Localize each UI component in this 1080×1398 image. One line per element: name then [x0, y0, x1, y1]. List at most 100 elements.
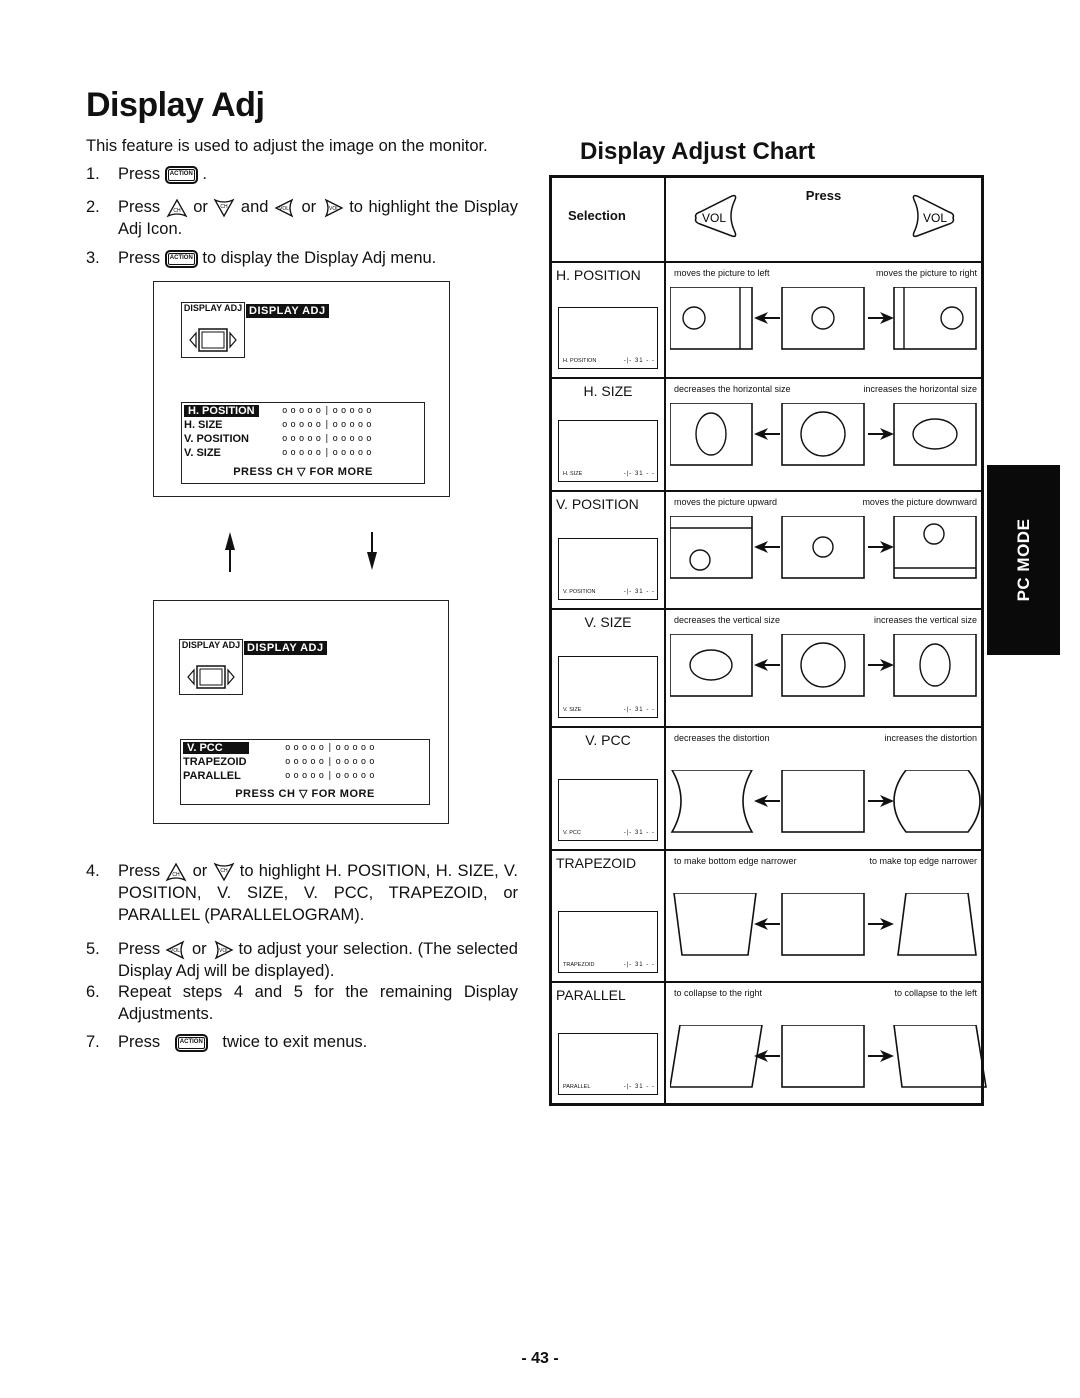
osd-slider[interactable]: ooooo|ooooo: [285, 771, 378, 781]
effect-cell: moves the picture upward moves the pictu…: [664, 489, 984, 610]
svg-text:VOL: VOL: [702, 211, 726, 225]
osd-slider[interactable]: ooooo|ooooo: [285, 757, 378, 767]
effect-cell: decreases the distortion increases the d…: [664, 725, 984, 851]
mini-screen-label: V. POSITION: [563, 588, 596, 595]
right-effect-text: moves the picture downward: [862, 496, 977, 507]
step-text: or: [192, 862, 208, 880]
mini-screen: V. SIZE -|- 31 - -: [558, 655, 658, 718]
osd-item-h-position[interactable]: H. POSITION: [184, 405, 259, 417]
step-text: .: [202, 165, 207, 183]
osd-slider[interactable]: ooooo|ooooo: [282, 406, 375, 416]
mini-value: 31: [634, 1084, 644, 1090]
mini-screen-value: -|- 31 - -: [623, 1084, 655, 1090]
action-button-icon: ACTION: [164, 249, 198, 268]
vol-left-icon: VOL: [694, 194, 737, 238]
pc-mode-tab[interactable]: PC MODE: [987, 465, 1060, 655]
mini-screen-label: V. PCC: [563, 829, 581, 836]
step-4: 4. Press CH or CH to highlight H. POSITI…: [86, 860, 518, 926]
mini-screen-value: -|- 31 - -: [623, 357, 655, 364]
effect-cell: to make bottom edge narrower to make top…: [664, 848, 984, 983]
mini-screen: V. PCC -|- 31 - -: [558, 778, 658, 841]
right-effect-text: to collapse to the left: [894, 987, 977, 998]
osd-slider[interactable]: ooooo|ooooo: [282, 448, 375, 458]
svg-text:VOL: VOL: [279, 206, 289, 212]
table-row: H. POSITION H. POSITION -|- 31 - - moves…: [549, 260, 984, 379]
step-text: Press: [118, 198, 161, 216]
mini-screen-value: -|- 31 - -: [623, 588, 655, 595]
step-text: Press: [118, 862, 161, 880]
osd-menu: H. POSITION H. SIZE V. POSITION V. SIZE …: [181, 402, 425, 484]
mini-value: 31: [634, 357, 644, 364]
display-adj-icon: DISPLAY ADJ: [181, 302, 245, 358]
osd-item-parallel[interactable]: PARALLEL: [183, 770, 241, 782]
mini-screen-value: -|- 31 - -: [623, 470, 655, 477]
adjust-diagram-para: [670, 1024, 987, 1088]
monitor-icon: [187, 665, 235, 689]
mini-value: 31: [634, 706, 644, 713]
osd-menu: V. PCC TRAPEZOID PARALLEL ooooo|ooooo oo…: [180, 739, 430, 805]
osd-item-v-pcc[interactable]: V. PCC: [183, 742, 249, 754]
selection-name: V. POSITION: [556, 495, 639, 512]
mini-value: 31: [634, 961, 644, 968]
osd-item-v-size[interactable]: V. SIZE: [184, 447, 221, 459]
icon-label: DISPLAY ADJ: [181, 640, 241, 650]
selection-name: H. SIZE: [583, 382, 633, 399]
table-row: PARALLEL PARALLEL -|- 31 - - to collapse…: [549, 980, 987, 1106]
step-text: to display the Display Adj menu.: [202, 249, 437, 267]
left-effect-text: to make bottom edge narrower: [674, 855, 797, 866]
right-arrow-icon: [868, 427, 894, 440]
selection-name: TRAPEZOID: [556, 854, 637, 871]
adjust-diagram-vsize: [670, 633, 977, 697]
step-number: 5.: [86, 940, 100, 958]
right-arrow-icon: [868, 311, 894, 324]
left-effect-text: moves the picture upward: [674, 496, 778, 507]
step-text: Press: [118, 1033, 161, 1051]
osd-screen-1: DISPLAY ADJ DISPLAY ADJ H. POSITION H. S…: [153, 281, 450, 497]
osd-item-h-size[interactable]: H. SIZE: [184, 419, 223, 431]
mini-screen-value: -|- 31 - -: [623, 961, 655, 968]
mini-screen-label: H. SIZE: [563, 470, 583, 477]
right-effect-text: increases the horizontal size: [863, 383, 977, 394]
monitor-icon: [189, 328, 237, 352]
osd-item-v-position[interactable]: V. POSITION: [184, 433, 249, 445]
left-effect-text: decreases the vertical size: [674, 614, 781, 625]
step-number: 1.: [86, 165, 100, 183]
left-arrow-icon: [754, 794, 780, 807]
osd-slider[interactable]: ooooo|ooooo: [282, 434, 375, 444]
page-number: - 43 -: [521, 1350, 559, 1367]
ch-up-icon: CH: [166, 198, 188, 218]
svg-text:CH: CH: [173, 872, 181, 878]
svg-text:VOL: VOL: [170, 948, 180, 954]
left-effect-text: decreases the horizontal size: [674, 383, 791, 394]
right-effect-text: moves the picture to right: [875, 267, 977, 278]
mini-screen-label: TRAPEZOID: [563, 961, 595, 968]
osd-slider[interactable]: ooooo|ooooo: [285, 743, 378, 753]
selection-name: V. SIZE: [584, 613, 632, 630]
left-arrow-icon: [754, 427, 780, 440]
mini-screen: TRAPEZOID -|- 31 - -: [558, 910, 658, 973]
icon-label: DISPLAY ADJ: [183, 303, 243, 313]
left-effect-text: to collapse to the right: [674, 987, 763, 998]
vol-right-icon: VOL: [324, 198, 344, 218]
action-button-icon: ACTION: [174, 1033, 208, 1052]
selection-name: PARALLEL: [556, 986, 626, 1003]
step-number: 7.: [86, 1033, 100, 1051]
osd-slider[interactable]: ooooo|ooooo: [282, 420, 375, 430]
action-button-icon: ACTION: [164, 165, 198, 184]
effect-cell: moves the picture to left moves the pict…: [664, 260, 984, 379]
osd-header: DISPLAY ADJ: [246, 304, 329, 318]
step-number: 2.: [86, 198, 100, 216]
step-text: Press: [118, 940, 161, 958]
step-7: 7. Press ACTION twice to exit menus.: [86, 1031, 518, 1053]
mini-screen-label: PARALLEL: [563, 1084, 591, 1090]
step-number: 4.: [86, 862, 100, 880]
osd-footer: PRESS CH ▽ FOR MORE: [233, 466, 373, 478]
right-effect-text: to make top edge narrower: [869, 855, 977, 866]
table-row: H. SIZE H. SIZE -|- 31 - - decreases the…: [549, 376, 984, 492]
adjust-diagram-vpos: [670, 515, 977, 579]
osd-item-trapezoid[interactable]: TRAPEZOID: [183, 756, 247, 768]
right-arrow-icon: [868, 1049, 894, 1062]
mini-screen-label: V. SIZE: [563, 706, 582, 713]
mini-screen-value: -|- 31 - -: [623, 706, 655, 713]
effect-cell: to collapse to the right to collapse to …: [664, 980, 987, 1106]
